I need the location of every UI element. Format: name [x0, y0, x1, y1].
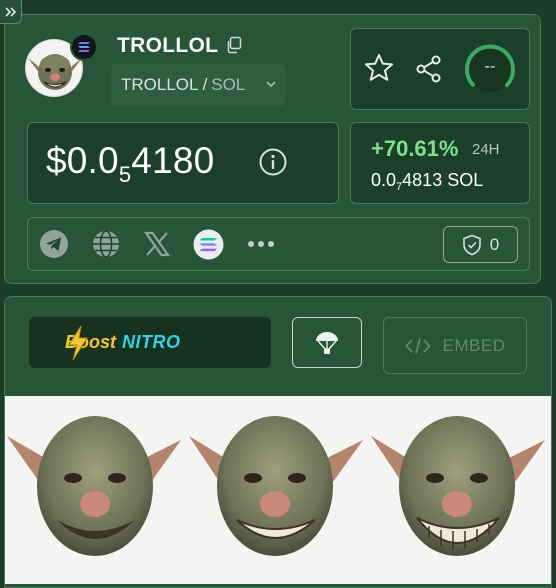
embed-button[interactable]: EMBED: [383, 317, 527, 374]
score-value: --: [484, 58, 496, 75]
expand-icon: [4, 6, 16, 17]
chain-badge: [70, 33, 98, 61]
security-score-button[interactable]: 0: [443, 226, 518, 263]
copy-icon[interactable]: [225, 36, 243, 54]
globe-icon[interactable]: [91, 229, 121, 259]
lightning-icon: [68, 325, 88, 361]
parachute-icon: [316, 331, 338, 354]
price-change-period: 24H: [472, 141, 500, 158]
solana-icon[interactable]: [193, 229, 224, 260]
price-usd: $0.054180: [46, 140, 215, 187]
troll-face-1: [7, 416, 181, 556]
security-score-count: 0: [489, 234, 500, 254]
solana-icon: [78, 42, 90, 52]
more-icon[interactable]: [247, 240, 275, 248]
x-icon[interactable]: [143, 230, 171, 258]
nitro-label: NITRO: [122, 332, 181, 352]
score-gauge[interactable]: --: [463, 42, 517, 96]
token-banner-image: [5, 396, 551, 584]
price-change-percent: +70.61%: [371, 136, 459, 161]
price-sol: 0.074813 SOL: [371, 170, 484, 193]
troll-face-2: [189, 416, 363, 556]
star-icon[interactable]: [363, 52, 395, 84]
pair-base: TROLLOL /: [121, 75, 208, 94]
shield-check-icon: [462, 234, 481, 255]
embed-label: EMBED: [442, 335, 506, 355]
airdrop-button[interactable]: [292, 317, 362, 368]
info-icon[interactable]: [258, 147, 288, 177]
code-icon: [404, 337, 431, 354]
token-name: TROLLOL: [117, 34, 219, 57]
pair-select[interactable]: TROLLOL / SOL: [111, 64, 286, 106]
troll-face-3: [371, 416, 545, 556]
telegram-icon[interactable]: [39, 229, 69, 259]
boost-nitro-button[interactable]: Boost NITRO: [29, 317, 271, 368]
sidebar-expand-button[interactable]: [0, 0, 22, 24]
pair-quote: SOL: [211, 75, 246, 94]
share-icon[interactable]: [414, 54, 444, 84]
chevron-down-icon: [266, 81, 276, 88]
